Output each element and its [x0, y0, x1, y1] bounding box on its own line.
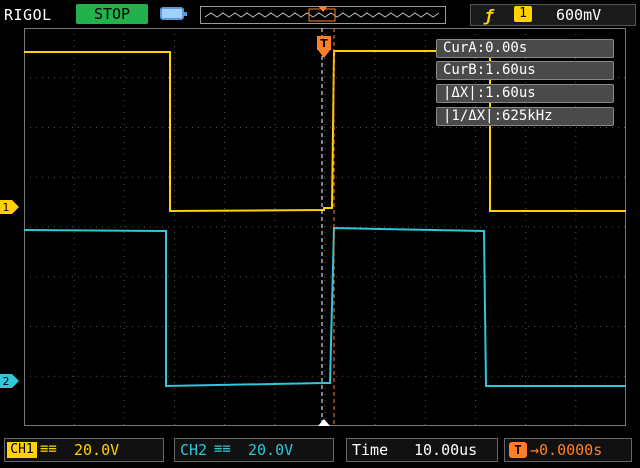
svg-text:2: 2 — [3, 375, 10, 388]
rising-edge-icon: ƒ — [484, 6, 494, 25]
ch2-ground-marker[interactable]: 2 — [0, 374, 20, 388]
memory-preview-wave — [204, 12, 440, 18]
bottom-cursor-marker — [318, 419, 330, 426]
timebase-label: Time — [352, 441, 389, 459]
trigger-position-pointer — [318, 50, 330, 58]
trigger-level: 600mV — [556, 6, 602, 24]
ch1-label: CH1 — [7, 442, 37, 458]
inverse-delta-x-readout: |1/ΔX|:625kHz — [436, 107, 614, 126]
cursor-b-readout: CurB:1.60us — [436, 61, 614, 80]
trigger-position-flag-letter: T — [320, 37, 328, 50]
ch2-label: CH2 — [180, 441, 208, 459]
cursor-a-readout: CurA:0.00s — [436, 39, 614, 58]
trigger-source-badge: 1 — [514, 6, 532, 22]
ch1-coupling-icon: ≡≡ — [40, 441, 57, 457]
memory-depth-strip — [200, 6, 446, 24]
battery-icon — [160, 7, 187, 20]
ch1-vertical-scale: 20.0V — [74, 441, 120, 459]
trigger-offset-icon: T — [509, 442, 527, 458]
timebase-value: 10.00us — [414, 441, 478, 459]
ch2-coupling-icon: ≡≡ — [214, 441, 231, 457]
trigger-panel[interactable] — [470, 4, 636, 26]
horizontal-offset-value: →0.0000s — [530, 441, 603, 459]
ch2-vertical-scale: 20.0V — [248, 441, 294, 459]
delta-x-readout: |ΔX|:1.60us — [436, 84, 614, 103]
brand-logo: RIGOL — [4, 6, 52, 24]
ch2-trace — [24, 226, 626, 388]
run-state-badge[interactable]: STOP — [76, 4, 148, 24]
ch1-ground-marker[interactable]: 1 — [0, 200, 20, 214]
svg-text:1: 1 — [3, 201, 10, 214]
